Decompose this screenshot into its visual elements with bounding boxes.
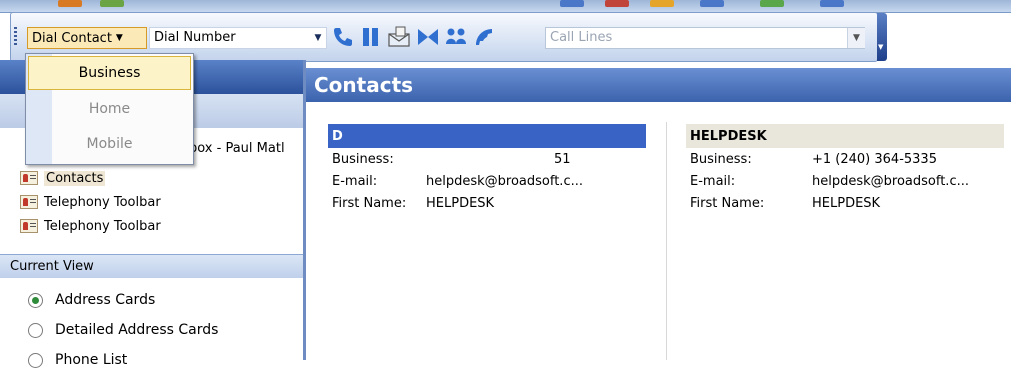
call-lines-select[interactable]: Call Lines	[545, 27, 865, 49]
toolbar-bit-icon	[820, 0, 844, 7]
contact-card[interactable]: D Business: 51 E-mail: helpdesk@broadsof…	[328, 124, 646, 214]
toolbar-bit-icon	[650, 0, 674, 7]
view-option-label: Detailed Address Cards	[55, 322, 219, 338]
contact-card-title[interactable]: D	[328, 124, 646, 148]
field-value: 51	[554, 151, 571, 167]
message-icon[interactable]	[386, 24, 412, 50]
field-label: E-mail:	[690, 173, 736, 189]
folder-item-telephony-toolbar[interactable]: Telephony Toolbar	[20, 190, 161, 214]
dial-contact-menu: Business Home Mobile	[25, 53, 194, 165]
folder-label: Telephony Toolbar	[44, 218, 161, 234]
field-value: HELPDESK	[812, 195, 881, 211]
view-option-detailed-address-cards[interactable]: Detailed Address Cards	[28, 318, 218, 342]
call-lines-dropdown-arrow[interactable]: ▼	[847, 28, 865, 48]
contacts-folder-icon	[20, 171, 38, 185]
view-option-phone-list[interactable]: Phone List	[28, 348, 127, 372]
field-label: E-mail:	[332, 173, 378, 189]
contact-card-row: E-mail: helpdesk@broadsoft.c...	[328, 170, 646, 192]
contact-card-row: Business: 51	[328, 148, 646, 170]
field-value: HELPDESK	[426, 195, 495, 211]
contact-card-row: First Name: HELPDESK	[328, 192, 646, 214]
phone-dial-icon[interactable]	[330, 24, 356, 50]
current-view-header: Current View	[0, 254, 303, 278]
view-option-address-cards[interactable]: Address Cards	[28, 288, 155, 312]
contacts-folder-icon	[20, 195, 38, 209]
view-option-label: Phone List	[55, 352, 128, 368]
menu-item-mobile[interactable]: Mobile	[28, 127, 191, 161]
dial-number-dropdown-arrow[interactable]: ▼	[311, 28, 325, 48]
field-label: Business:	[332, 151, 394, 167]
toolbar-bit-icon	[560, 0, 584, 7]
radio-button-checked[interactable]	[28, 292, 43, 308]
menu-item-business[interactable]: Business	[28, 56, 191, 90]
contacts-folder-icon	[20, 219, 38, 233]
contact-card-row: E-mail: helpdesk@broadsoft.c...	[686, 170, 1004, 192]
field-value: +1 (240) 364-5335	[812, 151, 937, 167]
dial-contact-button[interactable]: Dial Contact ▼	[27, 27, 147, 49]
radio-button[interactable]	[28, 322, 43, 338]
pause-icon[interactable]	[358, 24, 384, 50]
folder-label: Contacts	[44, 170, 106, 186]
dial-contact-label: Dial Contact	[32, 30, 112, 46]
contact-card[interactable]: HELPDESK Business: +1 (240) 364-5335 E-m…	[686, 124, 1004, 214]
toolbar-grip-handle[interactable]	[14, 27, 17, 47]
transfer-icon[interactable]	[415, 24, 441, 50]
chevron-down-icon: ▼	[115, 33, 123, 43]
toolbar-options-handle[interactable]	[877, 13, 887, 61]
contact-card-title[interactable]: HELPDESK	[686, 124, 1004, 148]
radio-button[interactable]	[28, 352, 43, 368]
toolbar-bit-icon	[58, 0, 82, 7]
folder-label: Telephony Toolbar	[44, 194, 161, 210]
field-value: helpdesk@broadsoft.c...	[812, 173, 969, 189]
field-label: First Name:	[690, 195, 765, 211]
menu-item-home[interactable]: Home	[28, 92, 191, 126]
contact-card-row: First Name: HELPDESK	[686, 192, 1004, 214]
toolbar-bit-icon	[100, 0, 124, 7]
contacts-view-title: Contacts	[306, 68, 1011, 102]
folder-item-contacts[interactable]: Contacts	[20, 166, 106, 190]
toolbar-bit-icon	[605, 0, 629, 7]
mailbox-folder-partial-label[interactable]: box - Paul Matl	[189, 141, 285, 156]
view-option-label: Address Cards	[55, 292, 156, 308]
toolbar-bit-icon	[700, 0, 724, 7]
toolbar-bit-icon	[760, 0, 784, 7]
conference-icon[interactable]	[443, 24, 469, 50]
field-value: helpdesk@broadsoft.c...	[426, 173, 583, 189]
field-label: Business:	[690, 151, 752, 167]
dial-number-input[interactable]: Dial Number	[149, 27, 327, 49]
contact-card-row: Business: +1 (240) 364-5335	[686, 148, 1004, 170]
field-label: First Name:	[332, 195, 407, 211]
folder-item-telephony-toolbar[interactable]: Telephony Toolbar	[20, 214, 161, 238]
card-column-divider	[666, 122, 667, 360]
hangup-icon[interactable]	[471, 24, 497, 50]
